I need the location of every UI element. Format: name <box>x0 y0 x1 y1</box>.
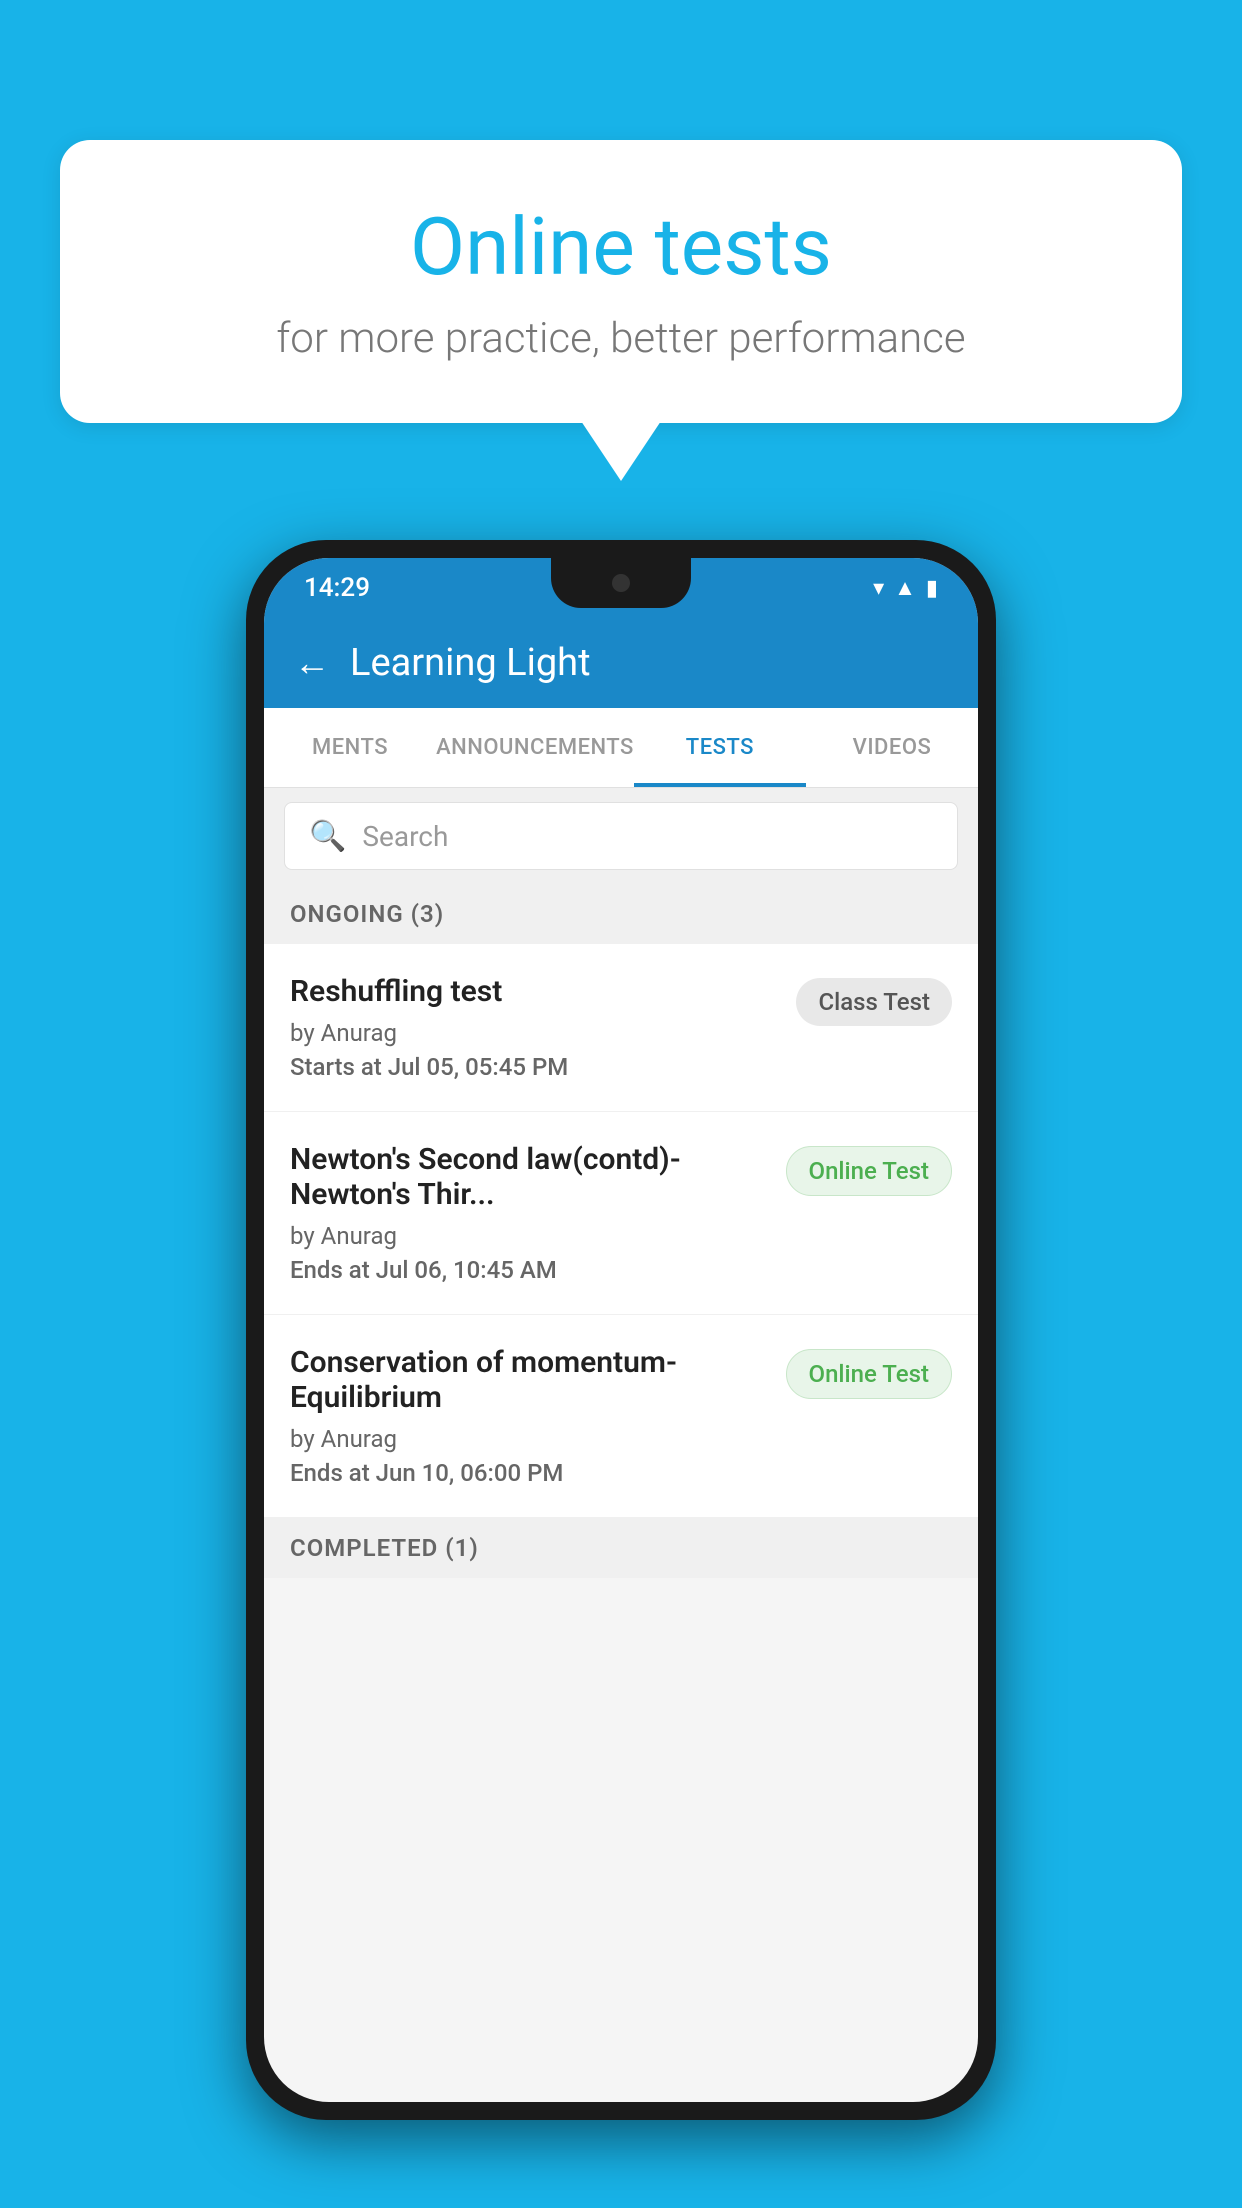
camera-dot <box>612 574 630 592</box>
test-time-1: Starts at Jul 05, 05:45 PM <box>290 1053 776 1081</box>
app-bar: ← Learning Light <box>264 618 978 708</box>
test-info-3: Conservation of momentum-Equilibrium by … <box>290 1345 786 1487</box>
speech-bubble-subtitle: for more practice, better performance <box>140 314 1102 363</box>
test-item-2[interactable]: Newton's Second law(contd)-Newton's Thir… <box>264 1112 978 1315</box>
test-name-2: Newton's Second law(contd)-Newton's Thir… <box>290 1142 766 1212</box>
search-icon: 🔍 <box>309 819 346 854</box>
test-author-1: by Anurag <box>290 1019 776 1047</box>
tab-videos[interactable]: VIDEOS <box>806 708 978 787</box>
test-badge-2: Online Test <box>786 1146 952 1196</box>
test-name-1: Reshuffling test <box>290 974 776 1009</box>
test-item[interactable]: Reshuffling test by Anurag Starts at Jul… <box>264 944 978 1112</box>
app-title: Learning Light <box>350 641 591 685</box>
search-box[interactable]: 🔍 Search <box>284 802 958 870</box>
test-info-1: Reshuffling test by Anurag Starts at Jul… <box>290 974 796 1081</box>
phone-container: 14:29 ▾ ▲ ▮ ← Learning Light MENTS <box>246 540 996 2120</box>
ongoing-section-header: ONGOING (3) <box>264 884 978 944</box>
test-author-3: by Anurag <box>290 1425 766 1453</box>
ongoing-label: ONGOING (3) <box>290 900 444 928</box>
speech-bubble-tail <box>581 421 661 481</box>
completed-section-header: COMPLETED (1) <box>264 1518 978 1578</box>
phone-body: 14:29 ▾ ▲ ▮ ← Learning Light MENTS <box>246 540 996 2120</box>
speech-bubble-container: Online tests for more practice, better p… <box>60 140 1182 481</box>
test-badge-3: Online Test <box>786 1349 952 1399</box>
test-time-3: Ends at Jun 10, 06:00 PM <box>290 1459 766 1487</box>
tabs-bar: MENTS ANNOUNCEMENTS TESTS VIDEOS <box>264 708 978 788</box>
speech-bubble-title: Online tests <box>140 200 1102 294</box>
status-notch <box>551 558 691 608</box>
speech-bubble: Online tests for more practice, better p… <box>60 140 1182 423</box>
test-time-2: Ends at Jul 06, 10:45 AM <box>290 1256 766 1284</box>
completed-label: COMPLETED (1) <box>290 1534 479 1562</box>
test-info-2: Newton's Second law(contd)-Newton's Thir… <box>290 1142 786 1284</box>
status-time: 14:29 <box>304 573 370 603</box>
tests-list: Reshuffling test by Anurag Starts at Jul… <box>264 944 978 1518</box>
search-container: 🔍 Search <box>264 788 978 884</box>
test-badge-1: Class Test <box>796 978 952 1026</box>
tab-ments[interactable]: MENTS <box>264 708 436 787</box>
test-author-2: by Anurag <box>290 1222 766 1250</box>
tab-tests[interactable]: TESTS <box>634 708 806 787</box>
search-placeholder: Search <box>362 820 448 853</box>
signal-icon: ▲ <box>894 575 916 601</box>
phone-screen: 14:29 ▾ ▲ ▮ ← Learning Light MENTS <box>264 558 978 2102</box>
back-button[interactable]: ← <box>294 642 330 684</box>
tab-announcements[interactable]: ANNOUNCEMENTS <box>436 708 634 787</box>
status-bar: 14:29 ▾ ▲ ▮ <box>264 558 978 618</box>
test-item-3[interactable]: Conservation of momentum-Equilibrium by … <box>264 1315 978 1518</box>
battery-icon: ▮ <box>926 576 938 601</box>
test-name-3: Conservation of momentum-Equilibrium <box>290 1345 766 1415</box>
status-icons: ▾ ▲ ▮ <box>873 575 938 601</box>
wifi-icon: ▾ <box>873 576 884 601</box>
